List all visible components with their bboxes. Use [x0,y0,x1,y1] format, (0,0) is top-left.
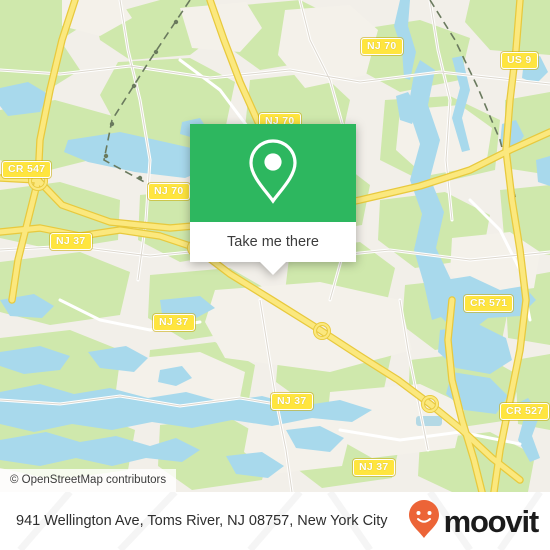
footer-bar: 941 Wellington Ave, Toms River, NJ 08757… [0,492,550,550]
road-shield-cr-547: CR 547 [2,161,52,178]
footer-address: 941 Wellington Ave, Toms River, NJ 08757… [16,512,388,529]
road-shield-cr-571: CR 571 [464,295,514,312]
road-shield-nj-70-left: NJ 70 [148,183,190,200]
moovit-wordmark: moovit [443,503,540,539]
map-pin-icon [247,138,299,209]
road-shield-nj-37-mid-left: NJ 37 [153,314,195,331]
road-shield-nj-37-center: NJ 37 [271,393,313,410]
popup-body [190,124,356,222]
road-shield-nj-37-bottom: NJ 37 [353,459,395,476]
popup-pointer [260,262,286,275]
road-shield-nj-70-top: NJ 70 [361,38,403,55]
road-shield-cr-527: CR 527 [500,403,550,420]
moovit-pin-smile-icon [408,499,440,544]
osm-attribution[interactable]: © OpenStreetMap contributors [0,469,177,492]
moovit-logo[interactable]: moovit [408,499,540,544]
location-popup-card[interactable]: Take me there [190,124,356,275]
road-shield-nj-37-left: NJ 37 [50,233,92,250]
take-me-there-button[interactable]: Take me there [190,222,356,262]
road-shield-us-9: US 9 [501,52,538,69]
take-me-there-label: Take me there [227,234,319,250]
screenshot-root: NJ 70 US 9 NJ 70 CR 547 NJ 70 NJ 37 CR 571 NJ 3… [0,0,550,550]
